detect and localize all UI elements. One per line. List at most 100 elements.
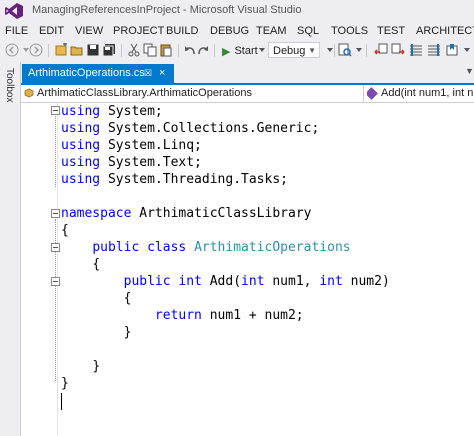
menu-architecture[interactable]: ARCHITECTU — [416, 25, 474, 37]
using-keyword: using — [61, 138, 101, 153]
forward-icon[interactable] — [29, 43, 43, 57]
toolbar-separator — [121, 44, 122, 57]
open-file-icon[interactable] — [70, 43, 84, 57]
using-keyword: using — [61, 172, 101, 187]
code-line: } — [61, 375, 69, 392]
navigation-bar: ArthimaticClassLibrary.ArthimaticOperati… — [21, 85, 474, 103]
code-line: } — [61, 358, 100, 375]
namespace-name: ArthimaticClassLibrary — [139, 206, 312, 221]
back-icon[interactable] — [5, 43, 19, 57]
using-namespace: System.Text; — [107, 155, 202, 170]
standard-toolbar: ▶ Start Debug ▼ — [0, 40, 474, 62]
brace: { — [61, 223, 69, 238]
copy-icon[interactable] — [143, 43, 157, 57]
method-icon — [367, 87, 378, 100]
return-keyword: return — [154, 308, 202, 323]
member-dropdown-value: Add(int num1, int nu — [381, 87, 474, 99]
using-keyword: using — [61, 104, 101, 119]
window-title: ManagingReferencesInProject - Microsoft … — [32, 4, 302, 16]
uncomment-icon[interactable] — [427, 43, 441, 57]
tab-arthimatic-operations[interactable]: ArthimaticOperations.cs ☒ × — [22, 64, 174, 83]
navigate-forward-icon[interactable] — [391, 43, 405, 57]
comment-out-icon[interactable] — [409, 43, 423, 57]
code-editor[interactable]: using System; using System.Collections.G… — [21, 103, 474, 436]
type-dropdown-value: ArthimaticClassLibrary.ArthimaticOperati… — [37, 87, 252, 99]
find-in-files-icon[interactable] — [338, 43, 352, 57]
save-icon[interactable] — [86, 43, 100, 57]
type-dropdown[interactable]: ArthimaticClassLibrary.ArthimaticOperati… — [21, 85, 361, 102]
menu-project[interactable]: PROJECT — [113, 25, 164, 37]
code-line: { — [61, 290, 132, 307]
redo-icon[interactable] — [196, 43, 210, 57]
class-icon — [24, 88, 34, 98]
code-line: { — [61, 256, 100, 273]
text-caret — [61, 393, 62, 410]
new-project-icon[interactable] — [54, 43, 68, 57]
save-all-icon[interactable] — [102, 43, 116, 57]
brace: { — [92, 257, 101, 272]
menu-debug[interactable]: DEBUG — [210, 25, 249, 37]
pin-icon[interactable]: ☒ — [144, 64, 152, 83]
code-line: using System.Collections.Generic; — [61, 120, 319, 137]
method-modifier: public — [123, 274, 171, 289]
code-line: { — [61, 222, 69, 239]
solution-configuration-select[interactable]: Debug ▼ — [268, 42, 320, 58]
code-line: public int Add(int num1, int num2) — [61, 273, 390, 290]
toolbar-separator — [48, 44, 49, 57]
using-namespace: System.Collections.Generic; — [107, 121, 320, 136]
collapse-toggle-icon[interactable] — [51, 243, 60, 252]
toolbar-separator — [214, 44, 215, 57]
start-dropdown-arrow-icon[interactable] — [255, 43, 269, 57]
find-dropdown-arrow-icon[interactable] — [352, 43, 366, 57]
outline-guide — [55, 116, 57, 187]
using-namespace: System; — [107, 104, 163, 119]
tab-label: ArthimaticOperations.cs — [28, 67, 145, 79]
menu-test[interactable]: TEST — [377, 25, 405, 37]
toolbar-separator — [366, 44, 367, 57]
code-line: using System.Linq; — [61, 137, 202, 154]
menu-build[interactable]: BUILD — [166, 25, 198, 37]
menu-tools[interactable]: TOOLS — [331, 25, 368, 37]
menu-sql[interactable]: SQL — [297, 25, 319, 37]
param-name: num2) — [350, 274, 390, 289]
brace: { — [123, 291, 132, 306]
brace: } — [92, 359, 101, 374]
visual-studio-logo-icon — [5, 3, 23, 19]
cut-icon[interactable] — [127, 43, 141, 57]
brace: } — [123, 325, 132, 340]
param-name: num1, — [272, 274, 312, 289]
document-tab-well: ArthimaticOperations.cs ☒ × ▼ — [21, 62, 474, 85]
chevron-down-icon: ▼ — [308, 46, 316, 55]
toolbox-tab[interactable]: Toolbox — [4, 68, 15, 102]
toolbar-separator — [178, 44, 179, 57]
undo-icon[interactable] — [183, 43, 197, 57]
navigate-backward-icon[interactable] — [374, 43, 388, 57]
class-name: ArthimaticOperations — [194, 240, 351, 255]
return-type: int — [178, 274, 202, 289]
menu-file[interactable]: FILE — [5, 25, 28, 37]
param-type: int — [241, 274, 265, 289]
code-line: public class ArthimaticOperations — [61, 239, 351, 256]
brace: } — [61, 376, 69, 391]
menu-bar: FILE EDIT VIEW PROJECT BUILD DEBUG TEAM … — [0, 22, 474, 40]
param-type: int — [319, 274, 343, 289]
collapse-toggle-icon[interactable] — [51, 106, 60, 115]
using-keyword: using — [61, 155, 101, 170]
member-dropdown[interactable]: Add(int num1, int nu — [367, 85, 474, 102]
left-tool-window-strip — [0, 62, 21, 436]
collapse-toggle-icon[interactable] — [51, 277, 60, 286]
title-bar: ManagingReferencesInProject - Microsoft … — [0, 0, 474, 22]
menu-view[interactable]: VIEW — [75, 25, 103, 37]
bookmark-icon[interactable] — [445, 43, 459, 57]
paste-icon[interactable] — [159, 43, 173, 57]
close-icon[interactable]: × — [159, 64, 165, 83]
collapse-toggle-icon[interactable] — [51, 209, 60, 218]
start-debugging-button[interactable]: ▶ Start — [222, 43, 258, 59]
menu-team[interactable]: TEAM — [256, 25, 287, 37]
toolbar-separator — [334, 44, 335, 57]
menu-edit[interactable]: EDIT — [39, 25, 64, 37]
overflow-arrow-icon[interactable] — [460, 43, 474, 57]
navbar-divider — [363, 85, 364, 102]
code-line: namespace ArthimaticClassLibrary — [61, 205, 311, 222]
tab-overflow-chevron-icon[interactable]: ▼ — [465, 66, 474, 76]
